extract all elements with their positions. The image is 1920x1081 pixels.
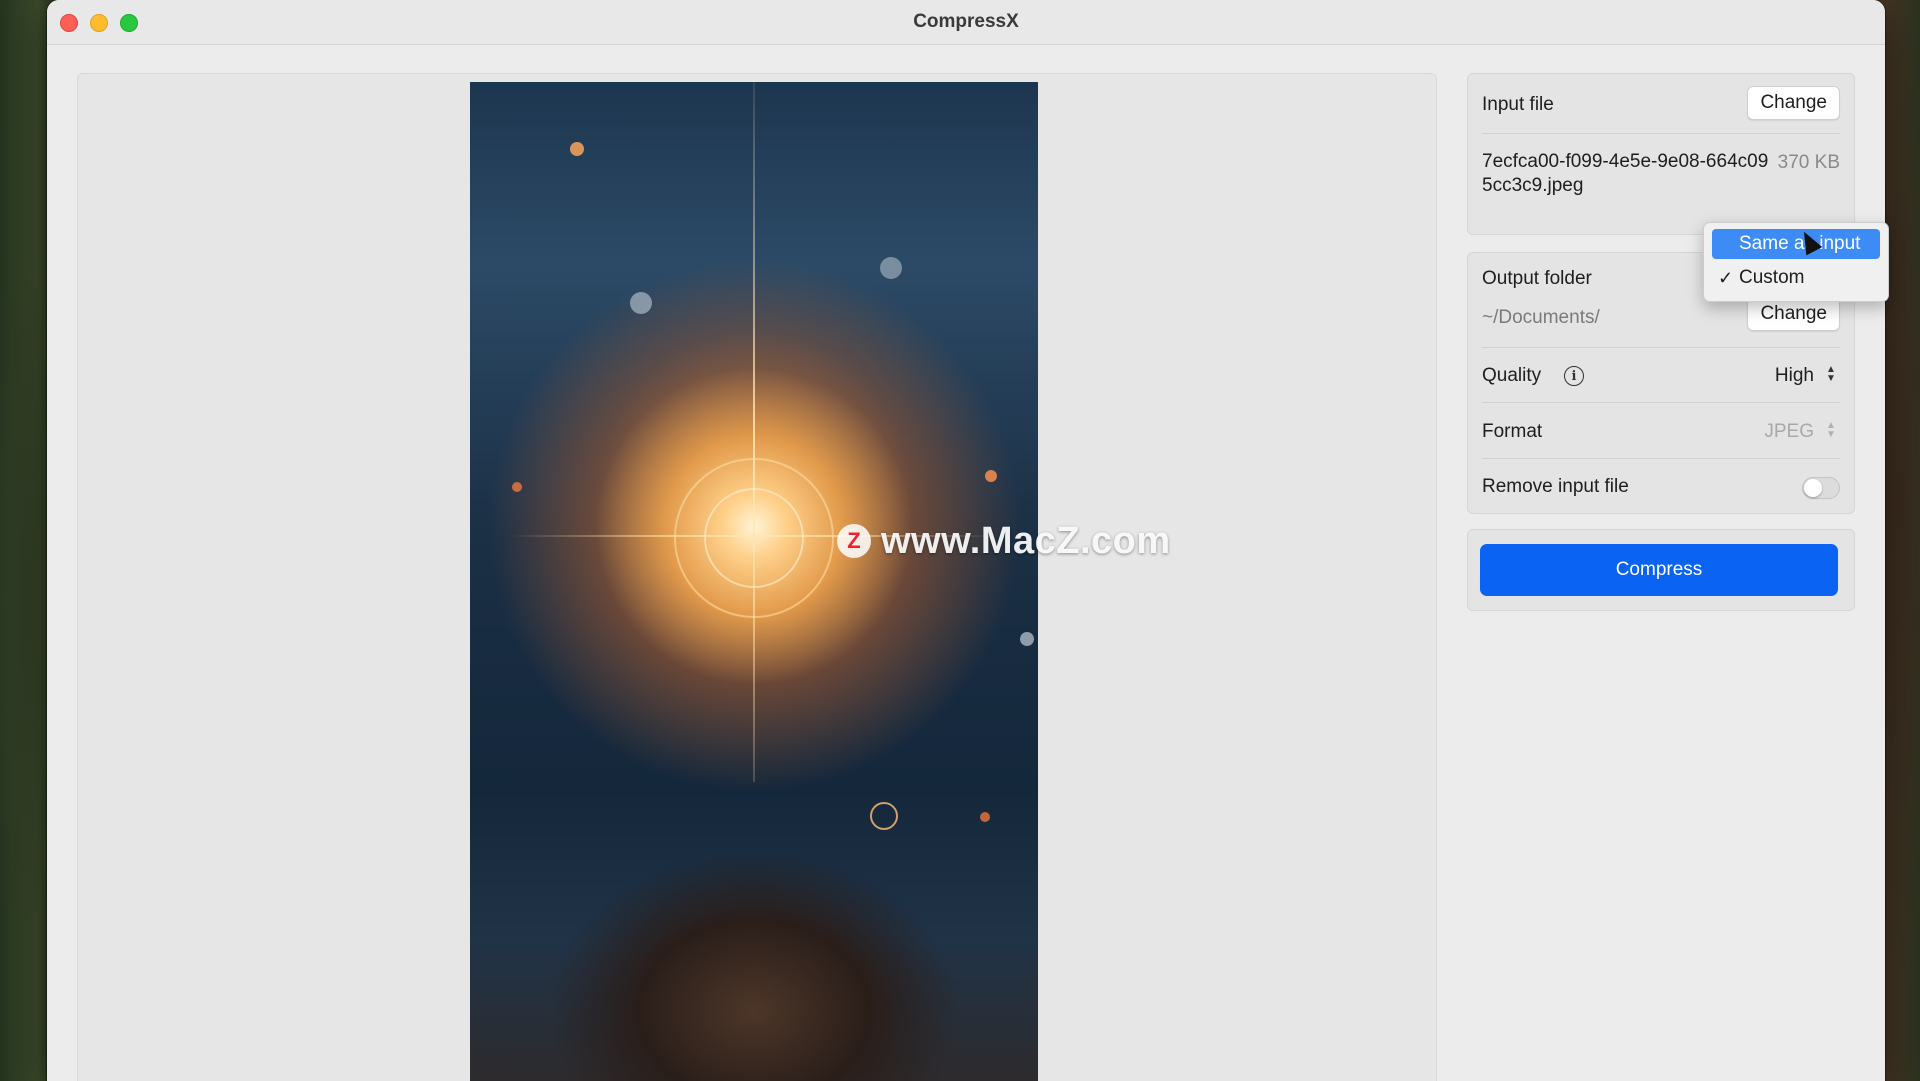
divider [1482,458,1840,459]
menu-item-custom[interactable]: ✓ Custom [1712,263,1880,293]
image-glow-ring-inner [704,488,804,588]
quality-stepper-icon[interactable]: ▲ ▼ [1824,365,1838,384]
divider [1482,347,1840,348]
remove-input-toggle[interactable] [1802,477,1840,499]
image-spark [870,802,898,830]
title-bar: CompressX [47,0,1885,45]
format-label: Format [1482,421,1543,442]
image-spark [570,142,584,156]
compress-button[interactable]: Compress [1480,544,1838,596]
output-folder-menu: Same as input ✓ Custom [1703,222,1889,302]
quality-select[interactable]: High [1775,365,1814,387]
input-filename: 7ecfca00-f099-4e5e-9e08-664c095cc3c9.jpe… [1482,151,1769,196]
action-card: Compress [1467,529,1855,611]
image-preview-area [77,73,1437,1081]
image-spark [512,482,522,492]
remove-input-label: Remove input file [1482,476,1629,497]
image-spark [880,257,902,279]
watermark-text: www.MacZ.com [881,519,1171,562]
output-folder-label: Output folder [1482,268,1592,289]
image-spark [1020,632,1034,646]
input-file-card: Input file Change 7ecfca00-f099-4e5e-9e0… [1467,73,1855,235]
change-input-button[interactable]: Change [1747,86,1840,120]
info-icon[interactable]: i [1564,366,1584,386]
menu-item-label: Custom [1739,267,1805,288]
input-filesize: 370 KB [1777,152,1840,173]
quality-label: Quality [1482,365,1542,386]
format-stepper-icon[interactable]: ▲ ▼ [1824,421,1838,440]
input-file-label: Input file [1482,94,1554,115]
window-title: CompressX [913,11,1019,32]
app-window: CompressX Z www.MacZ.com Input file Chan… [47,0,1885,1081]
image-spark [630,292,652,314]
image-spark [980,812,990,822]
preview-image [470,82,1038,1081]
watermark: Z www.MacZ.com [837,516,1177,566]
output-folder-path: ~/Documents/ [1482,307,1600,328]
divider [1482,133,1840,134]
menu-item-same-as-input[interactable]: Same as input [1712,229,1880,259]
watermark-logo-icon: Z [837,524,871,558]
divider [1482,402,1840,403]
image-spark [985,470,997,482]
change-output-button[interactable]: Change [1747,297,1840,331]
image-light-beam-vertical [753,82,755,782]
toggle-knob [1804,479,1822,497]
format-select[interactable]: JPEG [1764,421,1814,443]
checkmark-icon: ✓ [1718,268,1734,288]
